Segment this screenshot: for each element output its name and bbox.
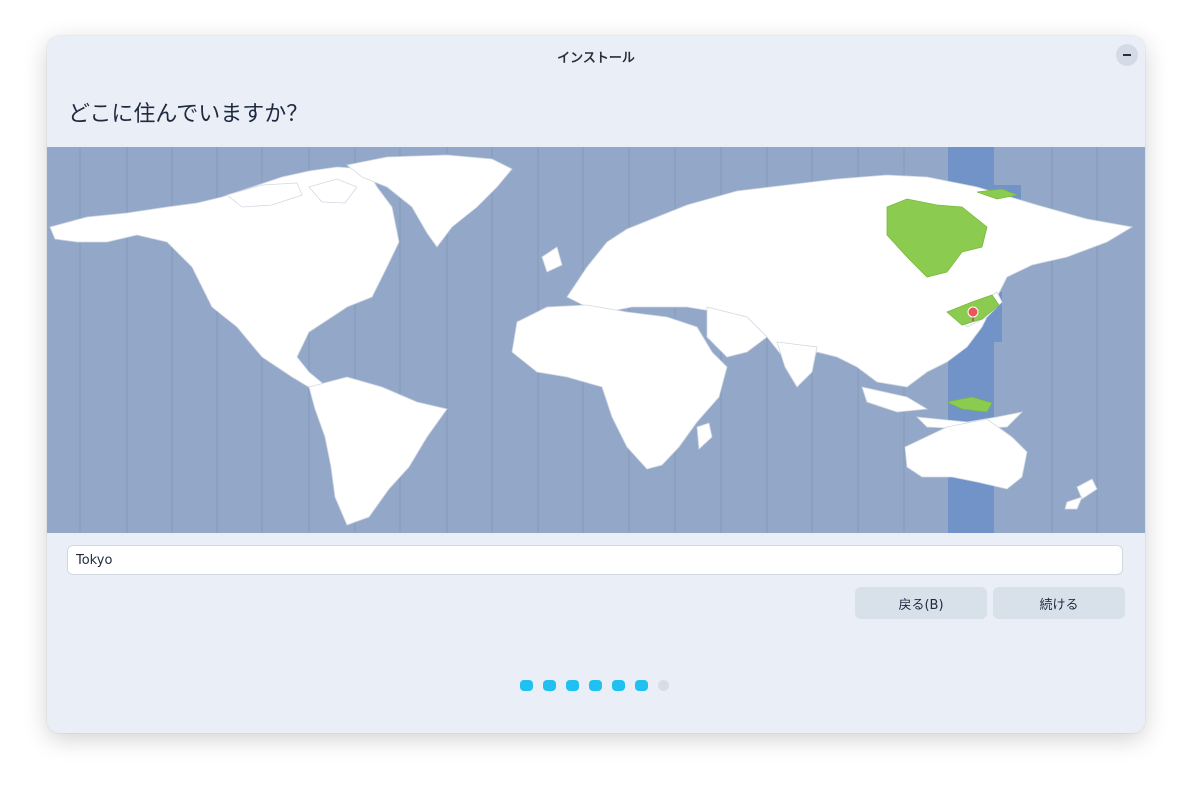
continue-button[interactable]: 続ける [993, 587, 1125, 619]
progress-dot [566, 680, 579, 691]
progress-dot [658, 680, 669, 691]
minimize-button[interactable] [1116, 44, 1138, 66]
progress-dot [635, 680, 648, 691]
window-title: インストール [557, 51, 635, 66]
minimize-icon [1123, 54, 1131, 56]
back-button[interactable]: 戻る(B) [855, 587, 987, 619]
progress-dot [612, 680, 625, 691]
timezone-map[interactable] [47, 147, 1145, 533]
title-bar: インストール [47, 36, 1145, 76]
progress-indicator [520, 680, 669, 691]
world-map-graphic[interactable] [47, 147, 1145, 533]
progress-dot [520, 680, 533, 691]
progress-dot [543, 680, 556, 691]
page-heading: どこに住んでいますか？ [68, 102, 309, 127]
installer-window: インストール どこに住んでいますか？ Tokyo 戻る(B) 続ける [47, 36, 1145, 733]
progress-dot [589, 680, 602, 691]
location-search-input[interactable] [67, 545, 1123, 575]
